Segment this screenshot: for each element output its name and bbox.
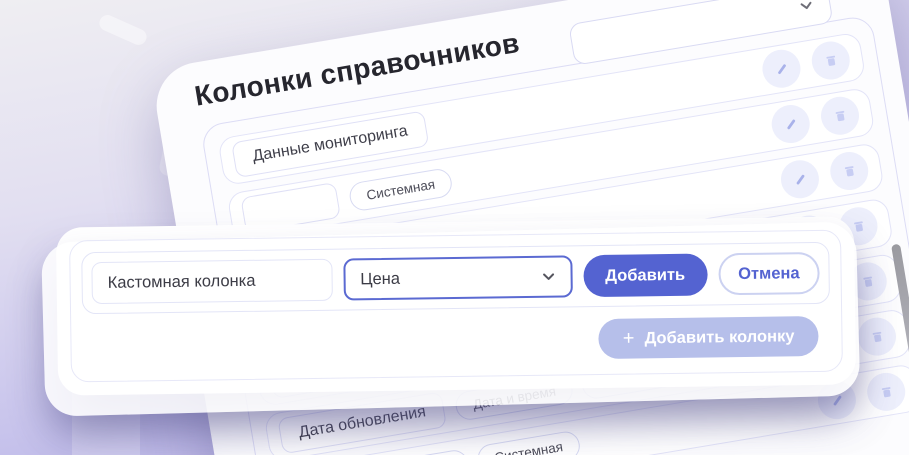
- column-tag: Системная: [347, 166, 454, 213]
- column-type-select[interactable]: Цена: [343, 255, 573, 301]
- add-column-modal: Кастомная колонка Цена Добавить Отмена +…: [55, 216, 857, 396]
- chevron-down-icon: [796, 0, 817, 16]
- delete-column-button[interactable]: [864, 370, 909, 414]
- column-name-input-value: Кастомная колонка: [107, 271, 256, 292]
- edit-column-button[interactable]: [778, 157, 822, 202]
- delete-column-button[interactable]: [818, 93, 862, 138]
- trash-icon: [822, 52, 839, 69]
- edit-column-button[interactable]: [768, 102, 813, 146]
- delete-column-button[interactable]: [827, 149, 872, 193]
- column-tag: Число: [393, 447, 471, 455]
- app-background: Колонки справочников Данные мониторинга: [0, 0, 909, 455]
- edit-column-button[interactable]: [759, 46, 804, 91]
- delete-column-button[interactable]: [855, 314, 899, 359]
- pencil-icon: [791, 171, 808, 188]
- add-column-form: Кастомная колонка Цена Добавить Отмена: [81, 241, 831, 315]
- submit-add-column-button[interactable]: Добавить: [582, 253, 708, 298]
- add-column-button-label: Добавить колонку: [644, 326, 795, 347]
- trash-icon: [831, 107, 848, 124]
- add-column-panel: Кастомная колонка Цена Добавить Отмена +…: [69, 229, 843, 383]
- column-tags: Системная: [347, 166, 454, 213]
- column-tag: Системная: [475, 428, 582, 455]
- trash-icon: [841, 162, 858, 179]
- plus-icon: +: [622, 327, 635, 350]
- pencil-icon: [782, 115, 799, 132]
- cancel-add-column-button[interactable]: Отмена: [717, 251, 820, 296]
- trash-icon: [850, 218, 867, 235]
- pencil-icon: [773, 60, 790, 77]
- trash-icon: [868, 328, 885, 345]
- delete-column-button[interactable]: [808, 38, 853, 83]
- trash-icon: [878, 383, 895, 400]
- column-name-value: Данные мониторинга: [251, 122, 410, 166]
- trash-icon: [859, 273, 876, 290]
- column-name-input[interactable]: Кастомная колонка: [91, 258, 333, 305]
- add-column-row: + Добавить колонку: [82, 304, 831, 370]
- add-column-button[interactable]: + Добавить колонку: [598, 315, 819, 360]
- decor-strip: [96, 12, 150, 48]
- chevron-down-icon: [539, 268, 557, 286]
- column-type-select-value: Цена: [360, 269, 401, 288]
